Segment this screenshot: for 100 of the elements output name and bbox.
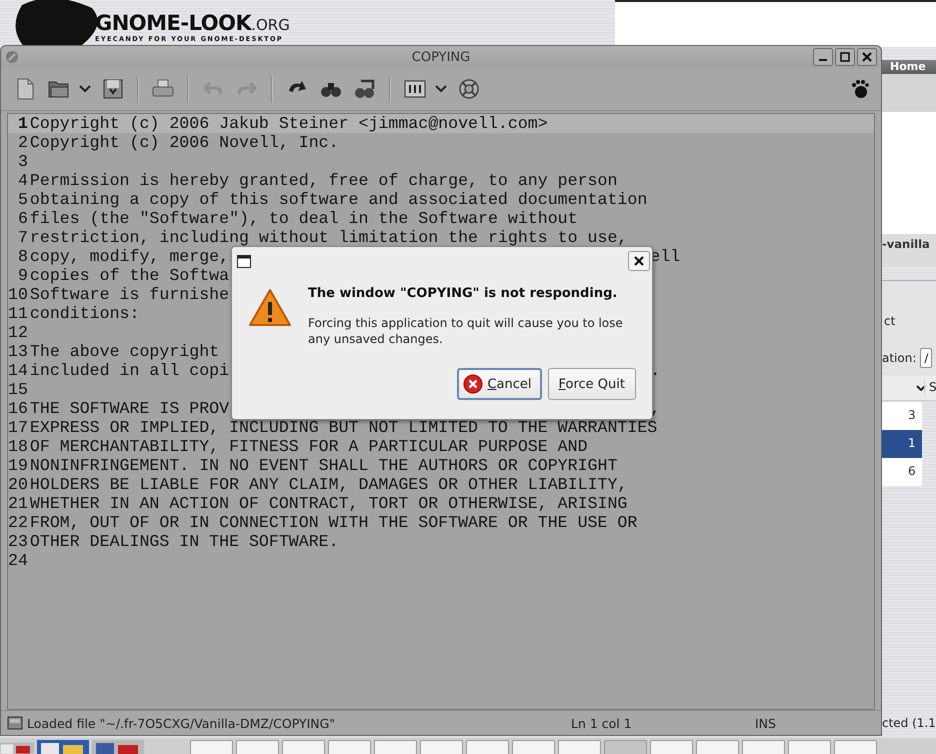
window-thumbnail-icon[interactable] bbox=[37, 740, 89, 754]
toolbar-button[interactable]: ct bbox=[884, 314, 896, 328]
location-label: ation: bbox=[882, 351, 916, 365]
code-line: THE SOFTWARE IS PROV bbox=[30, 399, 230, 418]
taskbar-button[interactable] bbox=[788, 740, 831, 754]
caret-icon[interactable] bbox=[435, 85, 447, 93]
minimize-icon[interactable] bbox=[813, 48, 833, 66]
line-number: 19 bbox=[8, 456, 29, 475]
replace-icon[interactable] bbox=[353, 77, 377, 101]
line-number: 24 bbox=[8, 551, 29, 570]
close-icon[interactable] bbox=[857, 48, 877, 66]
line-number: 15 bbox=[8, 380, 29, 399]
taskbar-button[interactable] bbox=[834, 740, 877, 754]
cancel-icon bbox=[463, 374, 484, 394]
line-number: 14 bbox=[8, 361, 29, 380]
code-line: FROM, OUT OF OR IN CONNECTION WITH THE SOFTWARE OR THE USE OR bbox=[30, 513, 638, 532]
taskbar-button[interactable] bbox=[512, 740, 555, 754]
code-line: Copyright (c) 2006 Jakub Steiner <jimmac@novell.com> bbox=[30, 114, 548, 133]
dialog-heading: The window "COPYING" is not responding. bbox=[308, 286, 618, 301]
line-number: 23 bbox=[8, 532, 29, 551]
code-line: conditions: bbox=[30, 304, 140, 323]
help-icon[interactable] bbox=[457, 77, 481, 101]
code-line: . bbox=[650, 361, 660, 380]
window-titlebar[interactable]: COPYING bbox=[1, 46, 881, 68]
code-line: Software is furnishe bbox=[30, 285, 230, 304]
line-number: 6 bbox=[16, 209, 29, 228]
taskbar-button[interactable] bbox=[466, 740, 509, 754]
close-icon[interactable] bbox=[628, 251, 650, 271]
line-number: 20 bbox=[8, 475, 29, 494]
save-icon[interactable] bbox=[101, 77, 125, 101]
site-logo-suffix: .ORG bbox=[251, 16, 290, 34]
line-number: 22 bbox=[8, 513, 29, 532]
line-number: 9 bbox=[16, 266, 29, 285]
code-line: OF MERCHANTABILITY, FITNESS FOR A PARTICULAR PURPOSE AND bbox=[30, 437, 588, 456]
taskbar-button[interactable] bbox=[190, 740, 233, 754]
app-icon bbox=[5, 50, 19, 64]
list-row[interactable]: 6 bbox=[882, 458, 922, 486]
window-thumbnail-icon[interactable] bbox=[92, 740, 144, 754]
site-logo-title: GNOME-LOOK bbox=[95, 12, 252, 34]
code-line: restriction, including without limitation the rights to use, bbox=[30, 228, 628, 247]
taskbar-button[interactable] bbox=[420, 740, 463, 754]
maximize-icon[interactable] bbox=[835, 48, 855, 66]
list-row[interactable]: 3 bbox=[882, 402, 922, 430]
code-line: obtaining a copy of this software and associated documentation bbox=[30, 190, 648, 209]
list-row[interactable]: 1 bbox=[882, 430, 922, 458]
code-line: NONINFRINGEMENT. IN NO EVENT SHALL THE AUTHORS OR COPYRIGHT bbox=[30, 456, 618, 475]
code-line: copies of the Softwa bbox=[30, 266, 230, 285]
taskbar-button[interactable] bbox=[282, 740, 325, 754]
status-message: Loaded file "~/.fr-7O5CXG/Vanilla-DMZ/COPYING" bbox=[27, 716, 336, 730]
window-title: -vanilla bbox=[882, 234, 936, 266]
line-number: 2 bbox=[16, 133, 29, 152]
line-number: 1 bbox=[16, 114, 29, 133]
window-icon bbox=[237, 254, 251, 268]
line-number: 12 bbox=[8, 323, 29, 342]
line-number: 7 bbox=[16, 228, 29, 247]
taskbar-button[interactable] bbox=[236, 740, 279, 754]
home-tab[interactable]: Home bbox=[880, 60, 936, 74]
line-number: 10 bbox=[8, 285, 29, 304]
window-title: COPYING bbox=[410, 50, 472, 64]
caret-icon[interactable] bbox=[916, 385, 926, 391]
code-line: Permission is hereby granted, free of charge, to any person bbox=[30, 171, 618, 190]
taskbar-button[interactable] bbox=[650, 740, 693, 754]
force-quit-button[interactable]: Force Quit bbox=[548, 368, 636, 400]
foot-icon[interactable] bbox=[851, 79, 869, 99]
line-number: 16 bbox=[8, 399, 29, 418]
line-number: 3 bbox=[16, 152, 29, 171]
taskbar-button[interactable] bbox=[696, 740, 739, 754]
column-header[interactable]: S bbox=[924, 380, 936, 394]
code-line: copy, modify, merge, bbox=[30, 247, 230, 266]
location-field[interactable]: / bbox=[920, 348, 932, 368]
code-line: OTHER DEALINGS IN THE SOFTWARE. bbox=[30, 532, 339, 551]
insert-mode: INS bbox=[755, 716, 777, 730]
caret-icon[interactable] bbox=[79, 85, 91, 93]
line-number: 8 bbox=[16, 247, 29, 266]
dialog-message: Forcing this application to quit will cause you to lose any unsaved changes. bbox=[308, 315, 624, 347]
window-thumbnail-icon[interactable] bbox=[0, 740, 34, 754]
code-line: Copyright (c) 2006 Novell, Inc. bbox=[30, 133, 339, 152]
line-number: 4 bbox=[16, 171, 29, 190]
taskbar-button[interactable] bbox=[558, 740, 601, 754]
taskbar-button[interactable] bbox=[374, 740, 417, 754]
cursor-position: Ln 1 col 1 bbox=[571, 716, 633, 730]
warning-icon bbox=[248, 288, 292, 328]
line-number: 17 bbox=[8, 418, 29, 437]
table-cell: 6 bbox=[908, 464, 916, 478]
code-line: HOLDERS BE LIABLE FOR ANY CLAIM, DAMAGES OR OTHER LIABILITY, bbox=[30, 475, 628, 494]
line-number: 5 bbox=[16, 190, 29, 209]
taskbar-button[interactable] bbox=[328, 740, 371, 754]
code-line: The above copyright bbox=[30, 342, 220, 361]
cancel-button[interactable]: Cancel bbox=[457, 368, 542, 400]
taskbar-button[interactable] bbox=[742, 740, 785, 754]
line-number: 13 bbox=[8, 342, 29, 361]
status-text: cted (1.1 bbox=[882, 716, 936, 730]
code-line: files (the "Software"), to deal in the Software without bbox=[30, 209, 578, 228]
document-icon bbox=[7, 716, 23, 730]
line-number: 11 bbox=[8, 304, 29, 323]
line-number: 18 bbox=[8, 437, 29, 456]
code-line: WHETHER IN AN ACTION OF CONTRACT, TORT OR OTHERWISE, ARISING bbox=[30, 494, 628, 513]
line-number: 21 bbox=[8, 494, 29, 513]
code-line: EXPRESS OR IMPLIED, INCLUDING BUT NOT LIMITED TO THE WARRANTIES bbox=[30, 418, 658, 437]
code-line: included in all copi bbox=[30, 361, 230, 380]
